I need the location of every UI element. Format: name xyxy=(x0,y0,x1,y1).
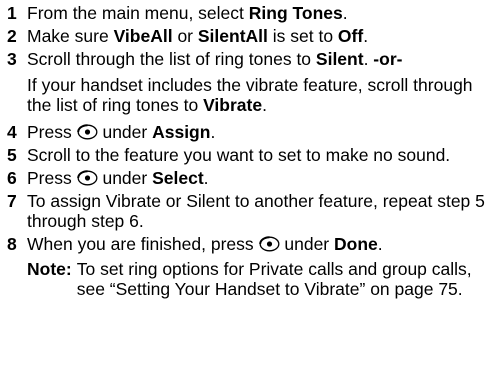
softkey-icon xyxy=(76,170,98,186)
step-4: 4 Press under Assign. xyxy=(7,122,494,142)
step-text: From the main menu, select Ring Tones. xyxy=(27,3,348,23)
step-2: 2 Make sure VibeAll or SilentAll is set … xyxy=(7,26,494,46)
note-text: To set ring options for Private calls an… xyxy=(76,259,472,299)
step-number: 2 xyxy=(7,26,17,46)
step-number: 5 xyxy=(7,145,17,165)
step-text: Scroll to the feature you want to set to… xyxy=(27,145,451,165)
ring-tone-vibrate: Vibrate xyxy=(203,95,263,115)
or-separator: -or- xyxy=(373,49,403,69)
step-text: Scroll through the list of ring tones to… xyxy=(27,49,403,69)
instruction-page: 1 From the main menu, select Ring Tones.… xyxy=(0,0,494,384)
softkey-done: Done xyxy=(334,234,378,254)
setting-vibeall: VibeAll xyxy=(113,26,173,46)
step-7: 7 To assign Vibrate or Silent to another… xyxy=(7,191,494,231)
note-label: Note: xyxy=(27,259,72,279)
step-number: 1 xyxy=(7,3,17,23)
menu-item-ring-tones: Ring Tones xyxy=(248,3,343,23)
step-number: 7 xyxy=(7,191,17,211)
softkey-icon xyxy=(76,124,98,140)
step-number: 3 xyxy=(7,49,17,69)
softkey-icon xyxy=(258,236,279,252)
note-block: Note: To set ring options for Private ca… xyxy=(27,259,494,299)
step-text: To assign Vibrate or Silent to another f… xyxy=(27,191,485,231)
softkey-assign: Assign xyxy=(152,122,211,142)
step-5: 5 Scroll to the feature you want to set … xyxy=(7,145,494,165)
ring-tone-silent: Silent xyxy=(315,49,364,69)
step-number: 4 xyxy=(7,122,17,142)
step-text: Make sure VibeAll or SilentAll is set to… xyxy=(27,26,369,46)
softkey-select: Select xyxy=(152,168,204,188)
step-3-alternative: If your handset includes the vibrate fea… xyxy=(27,75,473,115)
step-text: Press under Assign. xyxy=(27,122,216,142)
step-text: When you are finished, press under Done. xyxy=(27,234,383,254)
step-6: 6 Press under Select. xyxy=(7,168,494,188)
step-1: 1 From the main menu, select Ring Tones. xyxy=(7,3,494,23)
setting-off: Off xyxy=(337,26,364,46)
step-8: 8 When you are finished, press under Don… xyxy=(7,234,494,254)
step-number: 8 xyxy=(7,234,17,254)
step-text: Press under Select. xyxy=(27,168,209,188)
step-3: 3 Scroll through the list of ring tones … xyxy=(7,49,494,69)
step-number: 6 xyxy=(7,168,17,188)
setting-silentall: SilentAll xyxy=(197,26,268,46)
